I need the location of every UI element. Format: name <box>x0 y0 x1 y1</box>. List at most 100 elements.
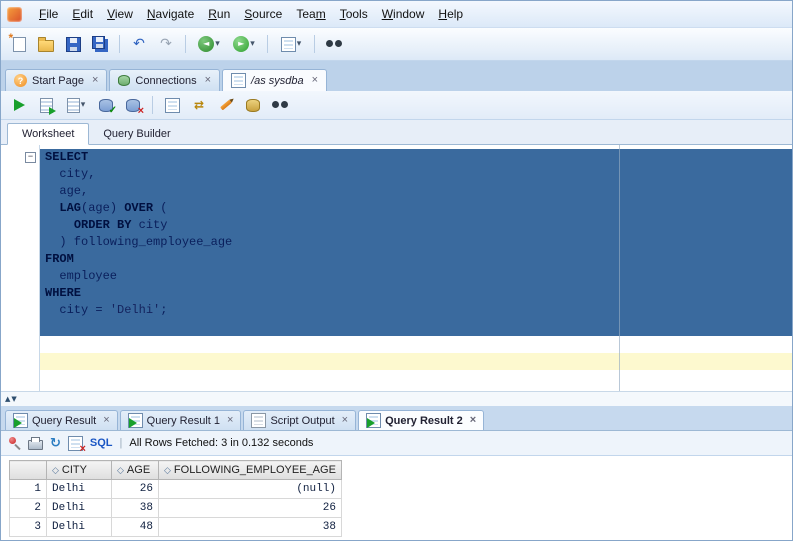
row-number[interactable]: 2 <box>9 498 47 518</box>
menu-file[interactable]: File <box>32 4 65 24</box>
code-line: city, <box>40 166 792 183</box>
undo-icon[interactable]: ↶ <box>127 32 151 56</box>
cell-city[interactable]: Delhi <box>46 479 112 499</box>
autotrace-icon[interactable]: ⇄ <box>187 93 211 117</box>
redo-icon[interactable]: ↷ <box>154 32 178 56</box>
sql-editor[interactable]: − SELECT city, age, LAG(age) OVER ( ORDE… <box>1 145 792 391</box>
tab-query-result[interactable]: Query Result × <box>5 410 118 430</box>
menu-run[interactable]: Run <box>201 4 237 24</box>
row-number[interactable]: 3 <box>9 517 47 537</box>
tab-start-page[interactable]: Start Page × <box>5 69 108 91</box>
splitter-down-icon[interactable]: ▼ <box>11 395 16 403</box>
cell-following[interactable]: 26 <box>158 498 342 518</box>
clear-icon[interactable] <box>214 93 238 117</box>
explain-plan-icon[interactable]: ▾ <box>61 93 91 117</box>
tab-label: Connections <box>135 74 197 87</box>
tab-query-builder[interactable]: Query Builder <box>89 124 184 144</box>
column-header-age[interactable]: ◇ AGE <box>111 460 159 480</box>
sort-icon: ◇ <box>52 466 59 476</box>
save-all-icon[interactable] <box>88 32 112 56</box>
menu-navigate[interactable]: Navigate <box>140 4 201 24</box>
tab-connections[interactable]: Connections × <box>109 69 221 91</box>
tab-label: Start Page <box>32 74 84 87</box>
column-header-city[interactable]: ◇ CITY <box>46 460 112 480</box>
clear-results-icon[interactable] <box>67 435 86 455</box>
cell-age[interactable]: 26 <box>111 479 159 499</box>
close-icon[interactable]: × <box>312 75 318 86</box>
toolbar-separator <box>314 35 315 53</box>
close-icon[interactable]: × <box>227 415 233 426</box>
new-file-icon[interactable] <box>7 31 31 56</box>
cell-city[interactable]: Delhi <box>46 498 112 518</box>
tab-label: Query Result 1 <box>146 414 221 427</box>
splitter[interactable]: ▲ ▼ <box>1 391 792 406</box>
query-result-icon <box>366 413 382 428</box>
table-row: 3 Delhi 48 38 <box>9 517 342 537</box>
tab-script-output[interactable]: Script Output × <box>243 410 357 430</box>
help-icon <box>14 74 27 87</box>
save-icon[interactable] <box>61 32 85 56</box>
toolbar-separator <box>119 35 120 53</box>
query-result-icon <box>127 413 143 428</box>
sort-icon: ◇ <box>164 466 171 476</box>
sort-icon: ◇ <box>117 466 124 476</box>
refresh-icon[interactable]: ↻ <box>50 436 61 451</box>
menu-view[interactable]: View <box>100 4 140 24</box>
right-margin-guide <box>619 145 620 391</box>
rollback-icon[interactable] <box>121 93 145 117</box>
run-statement-icon[interactable] <box>7 93 31 117</box>
table-row: 1 Delhi 26 (null) <box>9 479 342 499</box>
new-worksheet-icon[interactable]: ▾ <box>275 32 307 56</box>
cell-city[interactable]: Delhi <box>46 517 112 537</box>
grid-header-row: ◇ CITY ◇ AGE ◇ FOLLOWING_EMPLOYEE_AGE <box>9 460 342 480</box>
tab-as-sysdba[interactable]: /as sysdba × <box>222 69 328 91</box>
open-folder-icon[interactable] <box>34 32 58 56</box>
menu-tools[interactable]: Tools <box>333 4 375 24</box>
code-line: city = 'Delhi'; <box>40 302 792 319</box>
sql-link[interactable]: SQL <box>90 437 113 449</box>
commit-icon[interactable] <box>94 93 118 117</box>
run-script-icon[interactable] <box>34 93 58 117</box>
forward-icon[interactable]: ► ▾ <box>228 32 260 56</box>
menu-team[interactable]: Team <box>289 4 332 24</box>
menu-window[interactable]: Window <box>375 4 432 24</box>
code-line: SELECT <box>40 149 792 166</box>
code-line <box>40 319 792 336</box>
close-icon[interactable]: × <box>342 415 348 426</box>
tab-query-result-1[interactable]: Query Result 1 × <box>119 410 242 430</box>
find-icon[interactable] <box>322 32 346 56</box>
find-db-icon[interactable] <box>268 93 292 117</box>
menu-edit[interactable]: Edit <box>65 4 100 24</box>
document-tab-bar: Start Page × Connections × /as sysdba × <box>1 61 792 91</box>
cell-age[interactable]: 38 <box>111 498 159 518</box>
sql-developer-window: File Edit View Navigate Run Source Team Tools Wi… <box>0 0 793 541</box>
code-line: WHERE <box>40 285 792 302</box>
cell-following[interactable]: (null) <box>158 479 342 499</box>
menu-help[interactable]: Help <box>431 4 470 24</box>
row-number[interactable]: 1 <box>9 479 47 499</box>
menu-source[interactable]: Source <box>237 4 289 24</box>
tab-worksheet[interactable]: Worksheet <box>7 123 90 145</box>
close-icon[interactable]: × <box>470 415 476 426</box>
cell-age[interactable]: 48 <box>111 517 159 537</box>
script-output-icon <box>251 413 267 428</box>
column-header-following-employee-age[interactable]: ◇ FOLLOWING_EMPLOYEE_AGE <box>158 460 342 480</box>
code-fold-icon[interactable]: − <box>25 152 36 163</box>
tab-query-result-2[interactable]: Query Result 2 × <box>358 410 485 430</box>
close-icon[interactable]: × <box>92 75 98 86</box>
toolbar-separator: | <box>119 437 123 449</box>
close-icon[interactable]: × <box>205 75 211 86</box>
main-toolbar: ↶ ↷ ◄▾ ►▾ ▾ <box>1 28 792 61</box>
back-icon[interactable]: ◄ ▾ <box>193 32 225 56</box>
splitter-up-icon[interactable]: ▲ <box>5 395 10 403</box>
pin-icon[interactable] <box>9 437 21 449</box>
close-icon[interactable]: × <box>103 415 109 426</box>
editor-code[interactable]: SELECT city, age, LAG(age) OVER ( ORDER … <box>40 145 792 391</box>
tab-label: /as sysdba <box>251 74 304 87</box>
cell-following[interactable]: 38 <box>158 517 342 537</box>
toolbar-separator <box>185 35 186 53</box>
chevron-down-icon: ▾ <box>215 39 220 49</box>
unshared-worksheet-icon[interactable] <box>160 93 184 117</box>
print-icon[interactable] <box>28 437 43 450</box>
sql-history-icon[interactable] <box>241 93 265 117</box>
